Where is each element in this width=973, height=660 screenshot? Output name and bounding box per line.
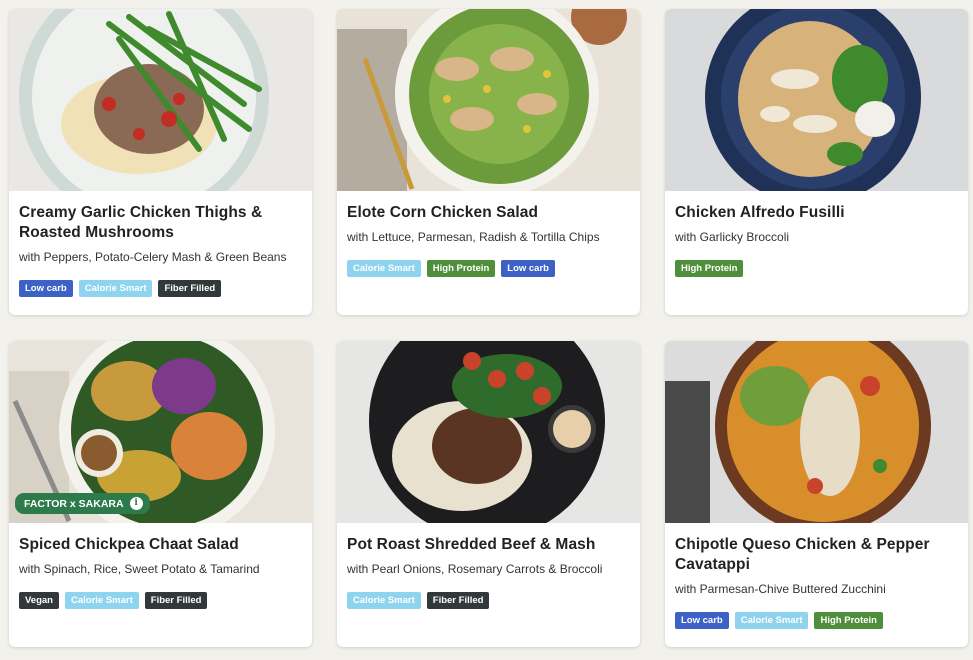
meal-subtitle: with Garlicky Broccoli (675, 230, 790, 244)
meal-photo[interactable] (337, 9, 640, 191)
info-icon[interactable]: i (129, 497, 143, 510)
meal-title[interactable]: Spiced Chickpea Chaat Salad (19, 535, 302, 555)
meal-title[interactable]: Pot Roast Shredded Beef & Mash (347, 535, 630, 555)
meal-photo[interactable]: FACTOR x SAKARA i (9, 341, 312, 523)
low-carb-badge: Low carb (675, 612, 729, 629)
high-protein-badge: High Protein (426, 260, 496, 277)
meal-card[interactable]: Chicken Alfredo Fusilli with Garlicky Br… (665, 9, 968, 315)
meal-subtitle: with Peppers, Potato-Celery Mash & Green… (19, 250, 287, 264)
meal-grid: Creamy Garlic Chicken Thighs & Roasted M… (0, 0, 973, 660)
fiber-filled-badge: Fiber Filled (158, 280, 222, 297)
badge-list: Calorie Smart High Protein Low carb (347, 260, 630, 277)
high-protein-badge: High Protein (675, 260, 744, 277)
partner-label: FACTOR x SAKARA (24, 497, 124, 510)
meal-card[interactable]: Chipotle Queso Chicken & Pepper Cavatapp… (665, 341, 968, 647)
calorie-smart-badge: Calorie Smart (347, 260, 421, 277)
meal-title[interactable]: Chicken Alfredo Fusilli (675, 203, 958, 223)
meal-title[interactable]: Creamy Garlic Chicken Thighs & Roasted M… (19, 203, 302, 243)
badge-list: Low carb Calorie Smart High Protein (675, 612, 958, 629)
meal-card[interactable]: Creamy Garlic Chicken Thighs & Roasted M… (9, 9, 312, 315)
high-protein-badge: High Protein (814, 612, 883, 629)
vegan-badge: Vegan (19, 592, 59, 609)
meal-photo[interactable] (665, 341, 968, 523)
calorie-smart-badge: Calorie Smart (347, 592, 421, 609)
low-carb-badge: Low carb (19, 280, 73, 297)
badge-list: Low carb Calorie Smart Fiber Filled (19, 280, 302, 297)
calorie-smart-badge: Calorie Smart (734, 612, 809, 629)
meal-title[interactable]: Elote Corn Chicken Salad (347, 203, 630, 223)
fiber-filled-badge: Fiber Filled (144, 592, 208, 609)
meal-subtitle: with Spinach, Rice, Sweet Potato & Tamar… (19, 562, 260, 576)
badge-list: Vegan Calorie Smart Fiber Filled (19, 592, 302, 609)
fiber-filled-badge: Fiber Filled (426, 592, 490, 609)
badge-list: Calorie Smart Fiber Filled (347, 592, 630, 609)
low-carb-badge: Low carb (501, 260, 555, 277)
meal-subtitle: with Lettuce, Parmesan, Radish & Tortill… (347, 230, 600, 244)
meal-photo[interactable] (9, 9, 312, 191)
meal-photo[interactable] (665, 9, 968, 191)
meal-card[interactable]: Elote Corn Chicken Salad with Lettuce, P… (337, 9, 640, 315)
calorie-smart-badge: Calorie Smart (65, 592, 139, 609)
meal-photo[interactable] (337, 341, 640, 523)
meal-card[interactable]: Pot Roast Shredded Beef & Mash with Pear… (337, 341, 640, 647)
partner-badge[interactable]: FACTOR x SAKARA i (15, 493, 150, 514)
calorie-smart-badge: Calorie Smart (78, 280, 153, 297)
badge-list: High Protein (675, 260, 958, 277)
meal-subtitle: with Pearl Onions, Rosemary Carrots & Br… (347, 562, 603, 576)
meal-subtitle: with Parmesan-Chive Buttered Zucchini (675, 582, 886, 596)
meal-title[interactable]: Chipotle Queso Chicken & Pepper Cavatapp… (675, 535, 958, 575)
meal-card[interactable]: FACTOR x SAKARA i Spiced Chickpea Chaat … (9, 341, 312, 647)
